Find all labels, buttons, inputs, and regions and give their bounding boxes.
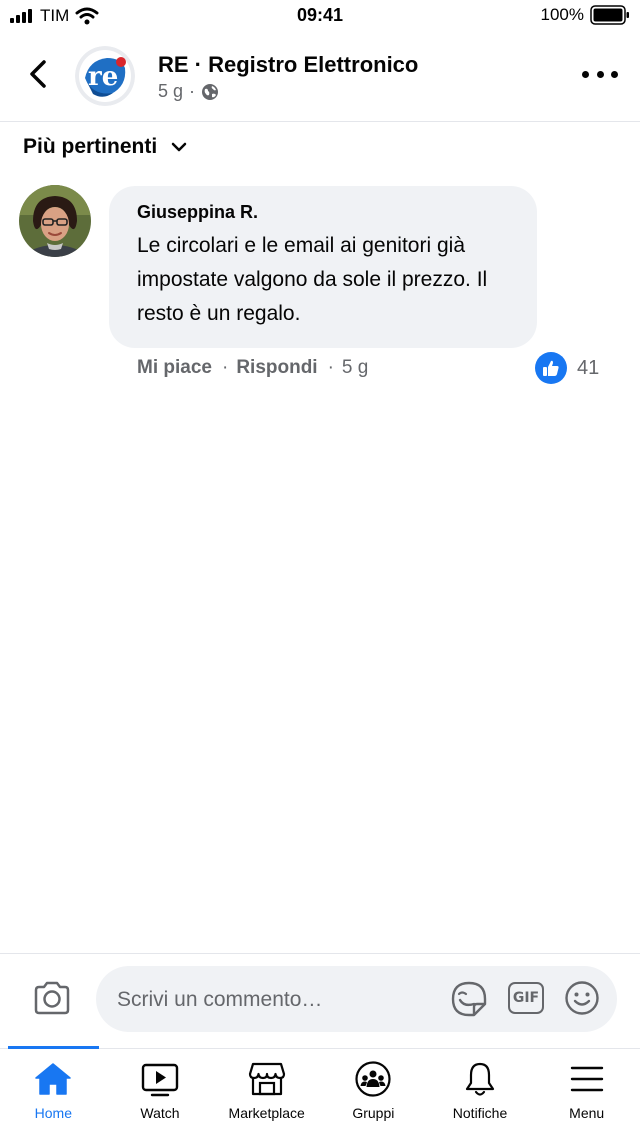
sort-label: Più pertinenti bbox=[23, 135, 158, 158]
commenter-avatar[interactable] bbox=[19, 185, 91, 257]
emoji-button[interactable] bbox=[564, 980, 600, 1016]
gif-button[interactable]: GIF bbox=[508, 982, 544, 1014]
tab-watch[interactable]: Watch bbox=[107, 1049, 214, 1132]
thumbs-up-icon bbox=[543, 360, 559, 376]
comment-sort-dropdown[interactable]: Più pertinenti bbox=[23, 135, 187, 159]
globe-icon bbox=[202, 83, 219, 100]
home-icon bbox=[35, 1063, 72, 1095]
groups-icon bbox=[355, 1061, 391, 1097]
bell-icon bbox=[465, 1062, 495, 1096]
camera-button[interactable] bbox=[32, 980, 72, 1016]
screen: TIM 09:41 100% re RE · Registro Elettron… bbox=[0, 0, 640, 1132]
like-reaction-badge bbox=[535, 352, 567, 384]
reply-button[interactable]: Rispondi bbox=[236, 357, 317, 379]
tab-groups[interactable]: Gruppi bbox=[320, 1049, 427, 1132]
comment-composer: Scrivi un commento… GIF bbox=[0, 953, 640, 1048]
sticker-button[interactable] bbox=[450, 980, 488, 1018]
comment-text: Le circolari e le email ai genitori già … bbox=[137, 234, 488, 325]
battery-icon bbox=[590, 5, 629, 25]
post-header: re RE · Registro Elettronico 5 g · bbox=[0, 34, 640, 122]
tab-label: Notifiche bbox=[452, 1105, 508, 1121]
registro-elettronico-logo: re bbox=[75, 46, 135, 106]
comment-reactions[interactable]: 41 bbox=[535, 352, 599, 384]
emoji-icon bbox=[565, 981, 599, 1015]
battery-percent: 100% bbox=[540, 5, 584, 24]
back-button[interactable] bbox=[18, 54, 58, 94]
meta-separator: · bbox=[189, 81, 196, 101]
comment-placeholder: Scrivi un commento… bbox=[117, 988, 323, 1011]
status-right: 100% bbox=[541, 5, 630, 25]
comment-actions: Mi piace · Rispondi · 5 g bbox=[137, 357, 368, 379]
active-tab-indicator bbox=[8, 1046, 99, 1049]
tab-marketplace[interactable]: Marketplace bbox=[213, 1049, 320, 1132]
reaction-count: 41 bbox=[577, 356, 600, 379]
marketplace-icon bbox=[248, 1062, 285, 1096]
status-bar: TIM 09:41 100% bbox=[0, 0, 640, 34]
tab-label: Gruppi bbox=[352, 1105, 395, 1121]
page-avatar[interactable]: re bbox=[75, 46, 135, 106]
svg-text:re: re bbox=[88, 62, 118, 92]
tab-notifications[interactable]: Notifiche bbox=[427, 1049, 534, 1132]
action-separator: · bbox=[221, 357, 229, 378]
menu-icon bbox=[570, 1066, 603, 1092]
watch-icon bbox=[141, 1063, 179, 1097]
like-comment-button[interactable]: Mi piace bbox=[137, 357, 212, 379]
bottom-tab-bar: Home Watch Marketplace Gruppi Notifiche … bbox=[0, 1046, 640, 1132]
camera-icon bbox=[34, 981, 70, 1015]
dot bbox=[596, 70, 604, 78]
commenter-photo bbox=[19, 185, 91, 257]
tab-menu[interactable]: Menu bbox=[533, 1049, 640, 1132]
tab-label: Home bbox=[34, 1105, 73, 1121]
chevron-left-icon bbox=[30, 60, 46, 88]
tab-home[interactable]: Home bbox=[0, 1046, 107, 1132]
tab-label: Watch bbox=[140, 1105, 180, 1121]
dot bbox=[582, 70, 589, 78]
tab-label: Marketplace bbox=[228, 1105, 305, 1121]
comment-bubble: Giuseppina R. Le circolari e le email ai… bbox=[109, 186, 537, 348]
action-separator: · bbox=[327, 357, 334, 378]
commenter-name[interactable]: Giuseppina R. bbox=[137, 202, 509, 223]
comment-age: 5 g bbox=[341, 357, 369, 378]
tab-label: Menu bbox=[569, 1105, 605, 1121]
post-age: 5 g bbox=[158, 81, 184, 101]
more-options-button[interactable] bbox=[582, 62, 618, 86]
post-meta: 5 g · bbox=[158, 81, 219, 102]
sticker-icon bbox=[451, 981, 487, 1017]
page-name[interactable]: RE · Registro Elettronico bbox=[158, 52, 418, 78]
dot bbox=[611, 70, 618, 78]
chevron-down-icon bbox=[171, 142, 187, 152]
